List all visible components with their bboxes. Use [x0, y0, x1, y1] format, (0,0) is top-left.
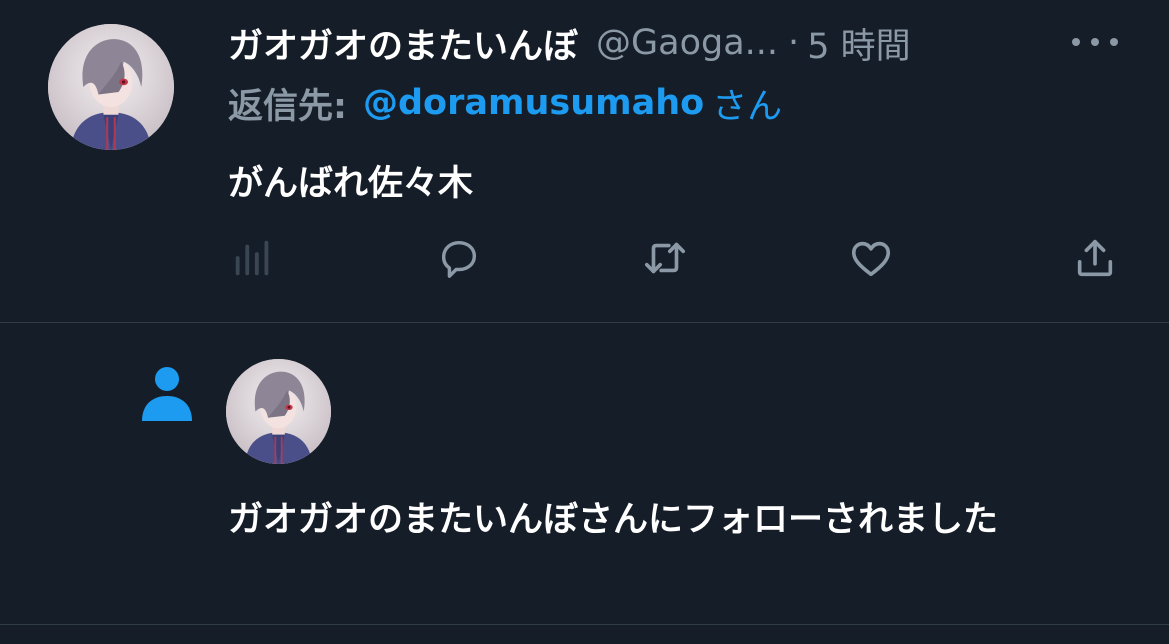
tweet-header: ガオガオのまたいんぼ @Gaoga... · 5 時間 — [228, 18, 911, 68]
reply-tweet[interactable]: ガオガオのまたいんぼ @Gaoga... · 5 時間 返信先: @doramu… — [0, 0, 1169, 322]
avatar-image — [48, 24, 174, 150]
avatar[interactable] — [48, 24, 174, 150]
tweet-text: がんばれ佐々木 — [228, 163, 474, 204]
reply-context: 返信先: @doramusumaho さん — [228, 78, 782, 128]
avatar[interactable] — [226, 359, 331, 464]
retweet-icon[interactable] — [640, 233, 690, 283]
divider — [0, 322, 1169, 323]
reply-icon[interactable] — [434, 233, 484, 283]
more-dot — [1110, 38, 1118, 46]
separator-dot: · — [788, 23, 800, 63]
reply-prefix: 返信先: — [228, 86, 347, 127]
avatar-image — [226, 359, 331, 464]
display-name[interactable]: ガオガオのまたいんぼ — [228, 18, 578, 69]
reply-suffix: さん — [712, 86, 783, 127]
share-icon[interactable] — [1070, 233, 1120, 283]
like-icon[interactable] — [846, 233, 896, 283]
notification-text: ガオガオのまたいんぼさんにフォローされました — [228, 500, 999, 540]
analytics-icon[interactable] — [228, 233, 278, 283]
user-handle[interactable]: @Gaoga... — [596, 23, 778, 63]
reply-to-user-link[interactable]: @doramusumaho — [363, 83, 704, 123]
more-options-icon[interactable] — [1072, 28, 1118, 56]
divider — [0, 624, 1169, 625]
notifications-timeline: ガオガオのまたいんぼ @Gaoga... · 5 時間 返信先: @doramu… — [0, 0, 1169, 644]
timestamp[interactable]: 5 時間 — [807, 18, 910, 69]
person-icon — [140, 363, 194, 423]
more-dot — [1072, 38, 1080, 46]
more-dot — [1091, 38, 1099, 46]
